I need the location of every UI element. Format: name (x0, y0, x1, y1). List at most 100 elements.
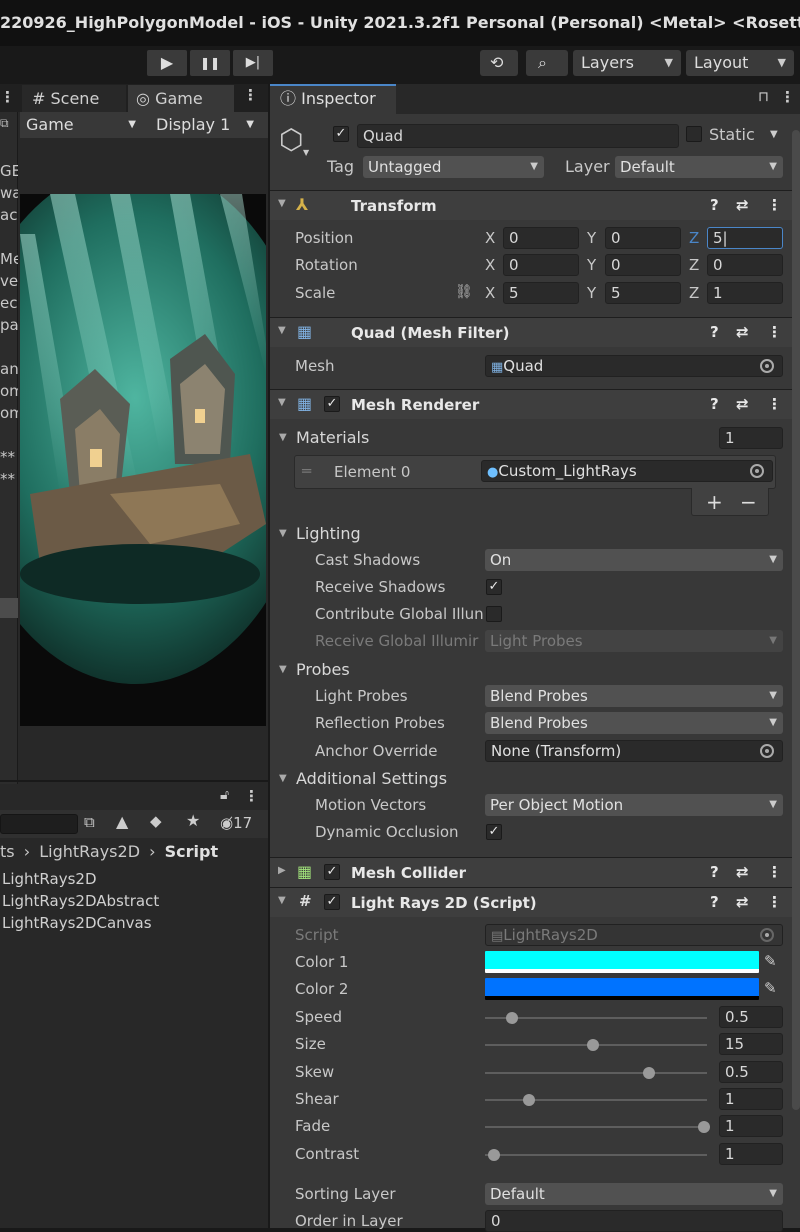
slider-value-input[interactable]: 1 (719, 1088, 783, 1110)
materials-label[interactable]: Materials (296, 428, 369, 447)
dynamic-occlusion-checkbox[interactable]: ✓ (486, 824, 502, 840)
light-probes-dropdown[interactable]: Blend Probes ▼ (485, 685, 783, 707)
motion-vectors-dropdown[interactable]: Per Object Motion ▼ (485, 794, 783, 816)
add-element-button[interactable]: + (706, 490, 723, 514)
cast-shadows-dropdown[interactable]: On ▼ (485, 549, 783, 571)
layers-dropdown[interactable]: Layers ▼ (573, 50, 681, 76)
list-item[interactable]: LightRays2DCanvas (2, 912, 159, 934)
object-name-input[interactable]: Quad (357, 124, 679, 148)
light-rays-header[interactable]: ▼ # ✓ Light Rays 2D (Script) ? ⇄ ⋮ (270, 887, 800, 917)
hierarchy-item[interactable]: ac (0, 204, 18, 226)
position-y-input[interactable]: 0 (605, 227, 681, 249)
hierarchy-selected-row[interactable] (0, 598, 18, 618)
eyedropper-icon[interactable]: ✎ (764, 952, 777, 970)
help-icon[interactable]: ? (710, 323, 719, 341)
slider-thumb[interactable] (586, 1039, 599, 1051)
constrain-proportions-icon[interactable]: ⛓ (455, 284, 473, 300)
hierarchy-item[interactable] (0, 226, 18, 248)
favorite-star-icon[interactable]: ★ (186, 811, 200, 830)
preset-icon[interactable]: ⇄ (736, 196, 749, 214)
color2-swatch[interactable] (485, 978, 759, 1000)
help-icon[interactable]: ? (710, 863, 719, 881)
static-checkbox[interactable] (686, 126, 702, 142)
slider-value-input[interactable]: 1 (719, 1143, 783, 1165)
tab-inspector[interactable]: ⓘ Inspector (270, 84, 396, 114)
foldout-arrow-icon[interactable]: ▼ (279, 664, 287, 675)
tab-scene[interactable]: # Scene (22, 85, 126, 112)
mesh-collider-enabled-checkbox[interactable]: ✓ (324, 864, 340, 880)
position-x-input[interactable]: 0 (503, 227, 579, 249)
slider-track[interactable] (485, 1072, 707, 1074)
sorting-layer-dropdown[interactable]: Default ▼ (485, 1183, 783, 1205)
preset-icon[interactable]: ⇄ (736, 395, 749, 413)
search-button[interactable]: ⌕ (526, 50, 568, 76)
slider-thumb[interactable] (697, 1121, 710, 1133)
maximize-icon[interactable]: ⧉ (0, 116, 9, 131)
foldout-arrow-icon[interactable]: ▼ (279, 773, 287, 784)
game-mode-dropdown[interactable]: Game ▼ (20, 113, 142, 137)
rotation-x-input[interactable]: 0 (503, 254, 579, 276)
tag-dropdown[interactable]: Untagged ▼ (363, 156, 544, 178)
object-picker-icon[interactable] (750, 464, 764, 478)
material-object-field[interactable]: ●Custom_LightRays (481, 460, 773, 482)
slider-value-input[interactable]: 1 (719, 1115, 783, 1137)
hierarchy-item[interactable]: ** (0, 468, 18, 490)
active-checkbox[interactable]: ✓ (333, 126, 349, 142)
slider-value-input[interactable]: 15 (719, 1033, 783, 1055)
hierarchy-item[interactable]: ech (0, 292, 18, 314)
object-picker-icon[interactable] (760, 744, 774, 758)
tab-game[interactable]: ◎ Game (128, 85, 234, 112)
hierarchy-menu-icon[interactable]: ⋮ (0, 88, 15, 106)
inspector-lock-icon[interactable]: ⊓ (758, 89, 769, 105)
lighting-label[interactable]: Lighting (296, 524, 361, 543)
contribute-gi-checkbox[interactable] (486, 606, 502, 622)
eyedropper-icon[interactable]: ✎ (764, 979, 777, 997)
scale-z-input[interactable]: 1 (707, 282, 783, 304)
hierarchy-item[interactable]: an (0, 358, 18, 380)
reflection-probes-dropdown[interactable]: Blend Probes ▼ (485, 712, 783, 734)
receive-shadows-checkbox[interactable]: ✓ (486, 579, 502, 595)
slider-track[interactable] (485, 1154, 707, 1156)
slider-track[interactable] (485, 1017, 707, 1019)
help-icon[interactable]: ? (710, 893, 719, 911)
project-search-input[interactable] (0, 814, 78, 834)
breadcrumb-item[interactable]: ts (0, 842, 15, 861)
rotation-z-input[interactable]: 0 (707, 254, 783, 276)
slider-value-input[interactable]: 0.5 (719, 1061, 783, 1083)
tag-icon[interactable]: ◆ (150, 812, 162, 830)
project-menu-icon[interactable]: ⋮ (244, 787, 259, 805)
materials-count-input[interactable]: 1 (719, 427, 783, 449)
probes-label[interactable]: Probes (296, 660, 350, 679)
help-icon[interactable]: ? (710, 196, 719, 214)
slider-thumb[interactable] (505, 1012, 518, 1024)
mesh-filter-header[interactable]: ▼ ▦ Quad (Mesh Filter) ? ⇄ ⋮ (270, 317, 800, 347)
breadcrumb-item[interactable]: LightRays2D (39, 842, 140, 861)
static-dropdown-icon[interactable]: ▼ (770, 129, 778, 140)
component-menu-icon[interactable]: ⋮ (767, 863, 782, 881)
hierarchy-item[interactable] (0, 424, 18, 446)
lock-icon[interactable]: 🔓︎ (220, 787, 229, 803)
help-icon[interactable]: ? (710, 395, 719, 413)
hierarchy-item[interactable]: pa (0, 314, 18, 336)
pause-button[interactable]: ❚❚ (190, 50, 230, 76)
layer-dropdown[interactable]: Default ▼ (615, 156, 783, 178)
chevron-down-icon[interactable]: ▼ (303, 148, 309, 157)
slider-track[interactable] (485, 1099, 707, 1101)
hierarchy-item[interactable]: wa (0, 182, 18, 204)
scale-y-input[interactable]: 5 (605, 282, 681, 304)
inspector-menu-icon[interactable]: ⋮ (780, 88, 795, 106)
hierarchy-item[interactable]: Me (0, 248, 18, 270)
foldout-arrow-icon[interactable]: ▼ (279, 528, 287, 539)
slider-thumb[interactable] (487, 1149, 500, 1161)
rotation-y-input[interactable]: 0 (605, 254, 681, 276)
scale-x-input[interactable]: 5 (503, 282, 579, 304)
hierarchy-item[interactable]: om (0, 380, 18, 402)
component-menu-icon[interactable]: ⋮ (767, 395, 782, 413)
display-dropdown[interactable]: Display 1 ▼ (150, 113, 260, 137)
light-rays-enabled-checkbox[interactable]: ✓ (324, 894, 340, 910)
drag-handle-icon[interactable]: ═ (302, 462, 311, 480)
preset-icon[interactable]: ⇄ (736, 323, 749, 341)
filter-by-label-icon[interactable]: ▲ (116, 812, 128, 831)
hierarchy-item[interactable]: om (0, 402, 18, 424)
hierarchy-item[interactable]: GE (0, 160, 18, 182)
